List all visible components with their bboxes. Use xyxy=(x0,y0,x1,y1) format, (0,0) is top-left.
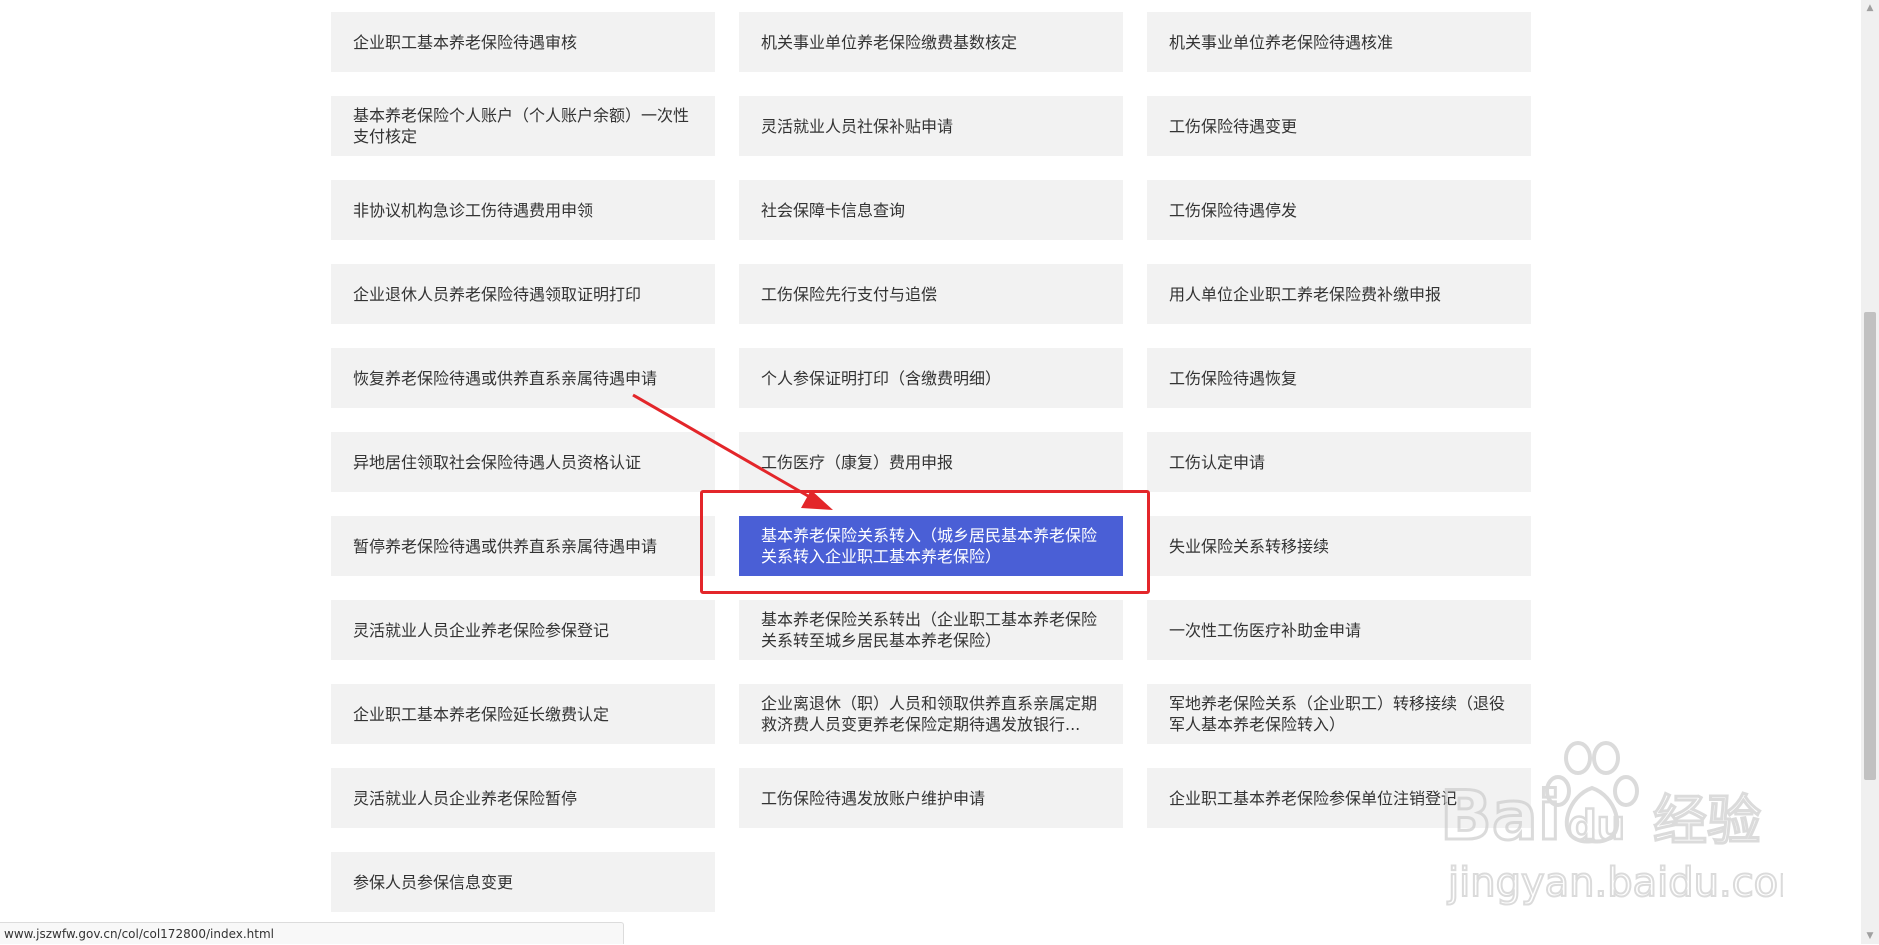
service-label: 灵活就业人员社保补贴申请 xyxy=(761,116,954,136)
service-tile[interactable]: 灵活就业人员企业养老保险参保登记 xyxy=(331,600,715,660)
page: 企业职工基本养老保险待遇审核 机关事业单位养老保险缴费基数核定 机关事业单位养老… xyxy=(0,0,1879,944)
vertical-scrollbar[interactable]: ▲ ▼ xyxy=(1861,0,1879,944)
service-tile[interactable]: 用人单位企业职工养老保险费补缴申报 xyxy=(1147,264,1531,324)
service-label: 基本养老保险关系转入（城乡居民基本养老保险关系转入企业职工基本养老保险） xyxy=(761,526,1098,566)
service-tile[interactable]: 企业职工基本养老保险待遇审核 xyxy=(331,12,715,72)
service-tile[interactable]: 灵活就业人员社保补贴申请 xyxy=(739,96,1123,156)
service-label: 工伤认定申请 xyxy=(1169,452,1266,472)
service-tile[interactable]: 工伤保险待遇恢复 xyxy=(1147,348,1531,408)
service-label: 灵活就业人员企业养老保险暂停 xyxy=(353,788,578,808)
service-tile[interactable]: 恢复养老保险待遇或供养直系亲属待遇申请 xyxy=(331,348,715,408)
service-label: 个人参保证明打印（含缴费明细） xyxy=(761,368,1002,388)
service-tile[interactable]: 异地居住领取社会保险待遇人员资格认证 xyxy=(331,432,715,492)
service-tile[interactable]: 暂停养老保险待遇或供养直系亲属待遇申请 xyxy=(331,516,715,576)
service-label: 工伤保险先行支付与追偿 xyxy=(761,284,938,304)
service-label: 灵活就业人员企业养老保险参保登记 xyxy=(353,620,610,640)
service-label: 用人单位企业职工养老保险费补缴申报 xyxy=(1169,284,1442,304)
service-tile[interactable]: 个人参保证明打印（含缴费明细） xyxy=(739,348,1123,408)
service-label: 异地居住领取社会保险待遇人员资格认证 xyxy=(353,452,642,472)
scroll-thumb[interactable] xyxy=(1864,312,1876,780)
service-tile[interactable]: 一次性工伤医疗补助金申请 xyxy=(1147,600,1531,660)
service-tile[interactable]: 工伤认定申请 xyxy=(1147,432,1531,492)
service-tile[interactable]: 企业退休人员养老保险待遇领取证明打印 xyxy=(331,264,715,324)
service-label: 暂停养老保险待遇或供养直系亲属待遇申请 xyxy=(353,536,658,556)
service-tile[interactable]: 工伤保险先行支付与追偿 xyxy=(739,264,1123,324)
service-grid: 企业职工基本养老保险待遇审核 机关事业单位养老保险缴费基数核定 机关事业单位养老… xyxy=(331,12,1531,912)
svg-text:经验: 经验 xyxy=(1653,789,1761,852)
service-label: 机关事业单位养老保险待遇核准 xyxy=(1169,32,1394,52)
service-tile[interactable]: 企业离退休（职）人员和领取供养直系亲属定期救济费人员变更养老保险定期待遇发放银行… xyxy=(739,684,1123,744)
service-tile[interactable]: 机关事业单位养老保险缴费基数核定 xyxy=(739,12,1123,72)
service-tile[interactable]: 工伤保险待遇停发 xyxy=(1147,180,1531,240)
service-label: 企业离退休（职）人员和领取供养直系亲属定期救济费人员变更养老保险定期待遇发放银行… xyxy=(761,694,1098,734)
status-url: www.jszwfw.gov.cn/col/col172800/index.ht… xyxy=(4,927,275,941)
service-tile[interactable]: 企业职工基本养老保险延长缴费认定 xyxy=(331,684,715,744)
scroll-down-arrow-icon[interactable]: ▼ xyxy=(1861,928,1879,944)
service-label: 非协议机构急诊工伤待遇费用申领 xyxy=(353,200,594,220)
scroll-up-arrow-icon[interactable]: ▲ xyxy=(1861,0,1879,16)
service-tile[interactable]: 灵活就业人员企业养老保险暂停 xyxy=(331,768,715,828)
service-label: 企业职工基本养老保险参保单位注销登记 xyxy=(1169,788,1458,808)
service-label: 基本养老保险个人账户（个人账户余额）一次性支付核定 xyxy=(353,106,690,146)
service-label: 基本养老保险关系转出（企业职工基本养老保险关系转至城乡居民基本养老保险） xyxy=(761,610,1098,650)
service-label: 企业职工基本养老保险延长缴费认定 xyxy=(353,704,610,724)
service-label: 失业保险关系转移接续 xyxy=(1169,536,1330,556)
service-label: 参保人员参保信息变更 xyxy=(353,872,514,892)
service-label: 军地养老保险关系（企业职工）转移接续（退役军人基本养老保险转入） xyxy=(1169,694,1506,734)
service-label: 工伤保险待遇停发 xyxy=(1169,200,1298,220)
service-label: 社会保障卡信息查询 xyxy=(761,200,906,220)
svg-text:du: du xyxy=(1568,803,1625,849)
service-label: 工伤医疗（康复）费用申报 xyxy=(761,452,954,472)
service-tile[interactable]: 机关事业单位养老保险待遇核准 xyxy=(1147,12,1531,72)
service-label: 恢复养老保险待遇或供养直系亲属待遇申请 xyxy=(353,368,658,388)
service-tile[interactable]: 工伤医疗（康复）费用申报 xyxy=(739,432,1123,492)
service-tile[interactable]: 失业保险关系转移接续 xyxy=(1147,516,1531,576)
service-label: 工伤保险待遇变更 xyxy=(1169,116,1298,136)
service-label: 企业职工基本养老保险待遇审核 xyxy=(353,32,578,52)
service-label: 机关事业单位养老保险缴费基数核定 xyxy=(761,32,1018,52)
service-tile[interactable]: 基本养老保险个人账户（个人账户余额）一次性支付核定 xyxy=(331,96,715,156)
service-label: 工伤保险待遇发放账户维护申请 xyxy=(761,788,986,808)
status-bar-url: www.jszwfw.gov.cn/col/col172800/index.ht… xyxy=(0,922,624,944)
service-tile[interactable]: 企业职工基本养老保险参保单位注销登记 xyxy=(1147,768,1531,828)
service-tile[interactable]: 参保人员参保信息变更 xyxy=(331,852,715,912)
service-tile[interactable]: 工伤保险待遇变更 xyxy=(1147,96,1531,156)
service-tile[interactable]: 工伤保险待遇发放账户维护申请 xyxy=(739,768,1123,828)
service-label: 工伤保险待遇恢复 xyxy=(1169,368,1298,388)
service-tile-highlighted[interactable]: 基本养老保险关系转入（城乡居民基本养老保险关系转入企业职工基本养老保险） xyxy=(739,516,1123,576)
service-tile[interactable]: 社会保障卡信息查询 xyxy=(739,180,1123,240)
service-tile[interactable]: 军地养老保险关系（企业职工）转移接续（退役军人基本养老保险转入） xyxy=(1147,684,1531,744)
service-label: 企业退休人员养老保险待遇领取证明打印 xyxy=(353,284,642,304)
service-tile[interactable]: 基本养老保险关系转出（企业职工基本养老保险关系转至城乡居民基本养老保险） xyxy=(739,600,1123,660)
service-label: 一次性工伤医疗补助金申请 xyxy=(1169,620,1362,640)
service-tile[interactable]: 非协议机构急诊工伤待遇费用申领 xyxy=(331,180,715,240)
